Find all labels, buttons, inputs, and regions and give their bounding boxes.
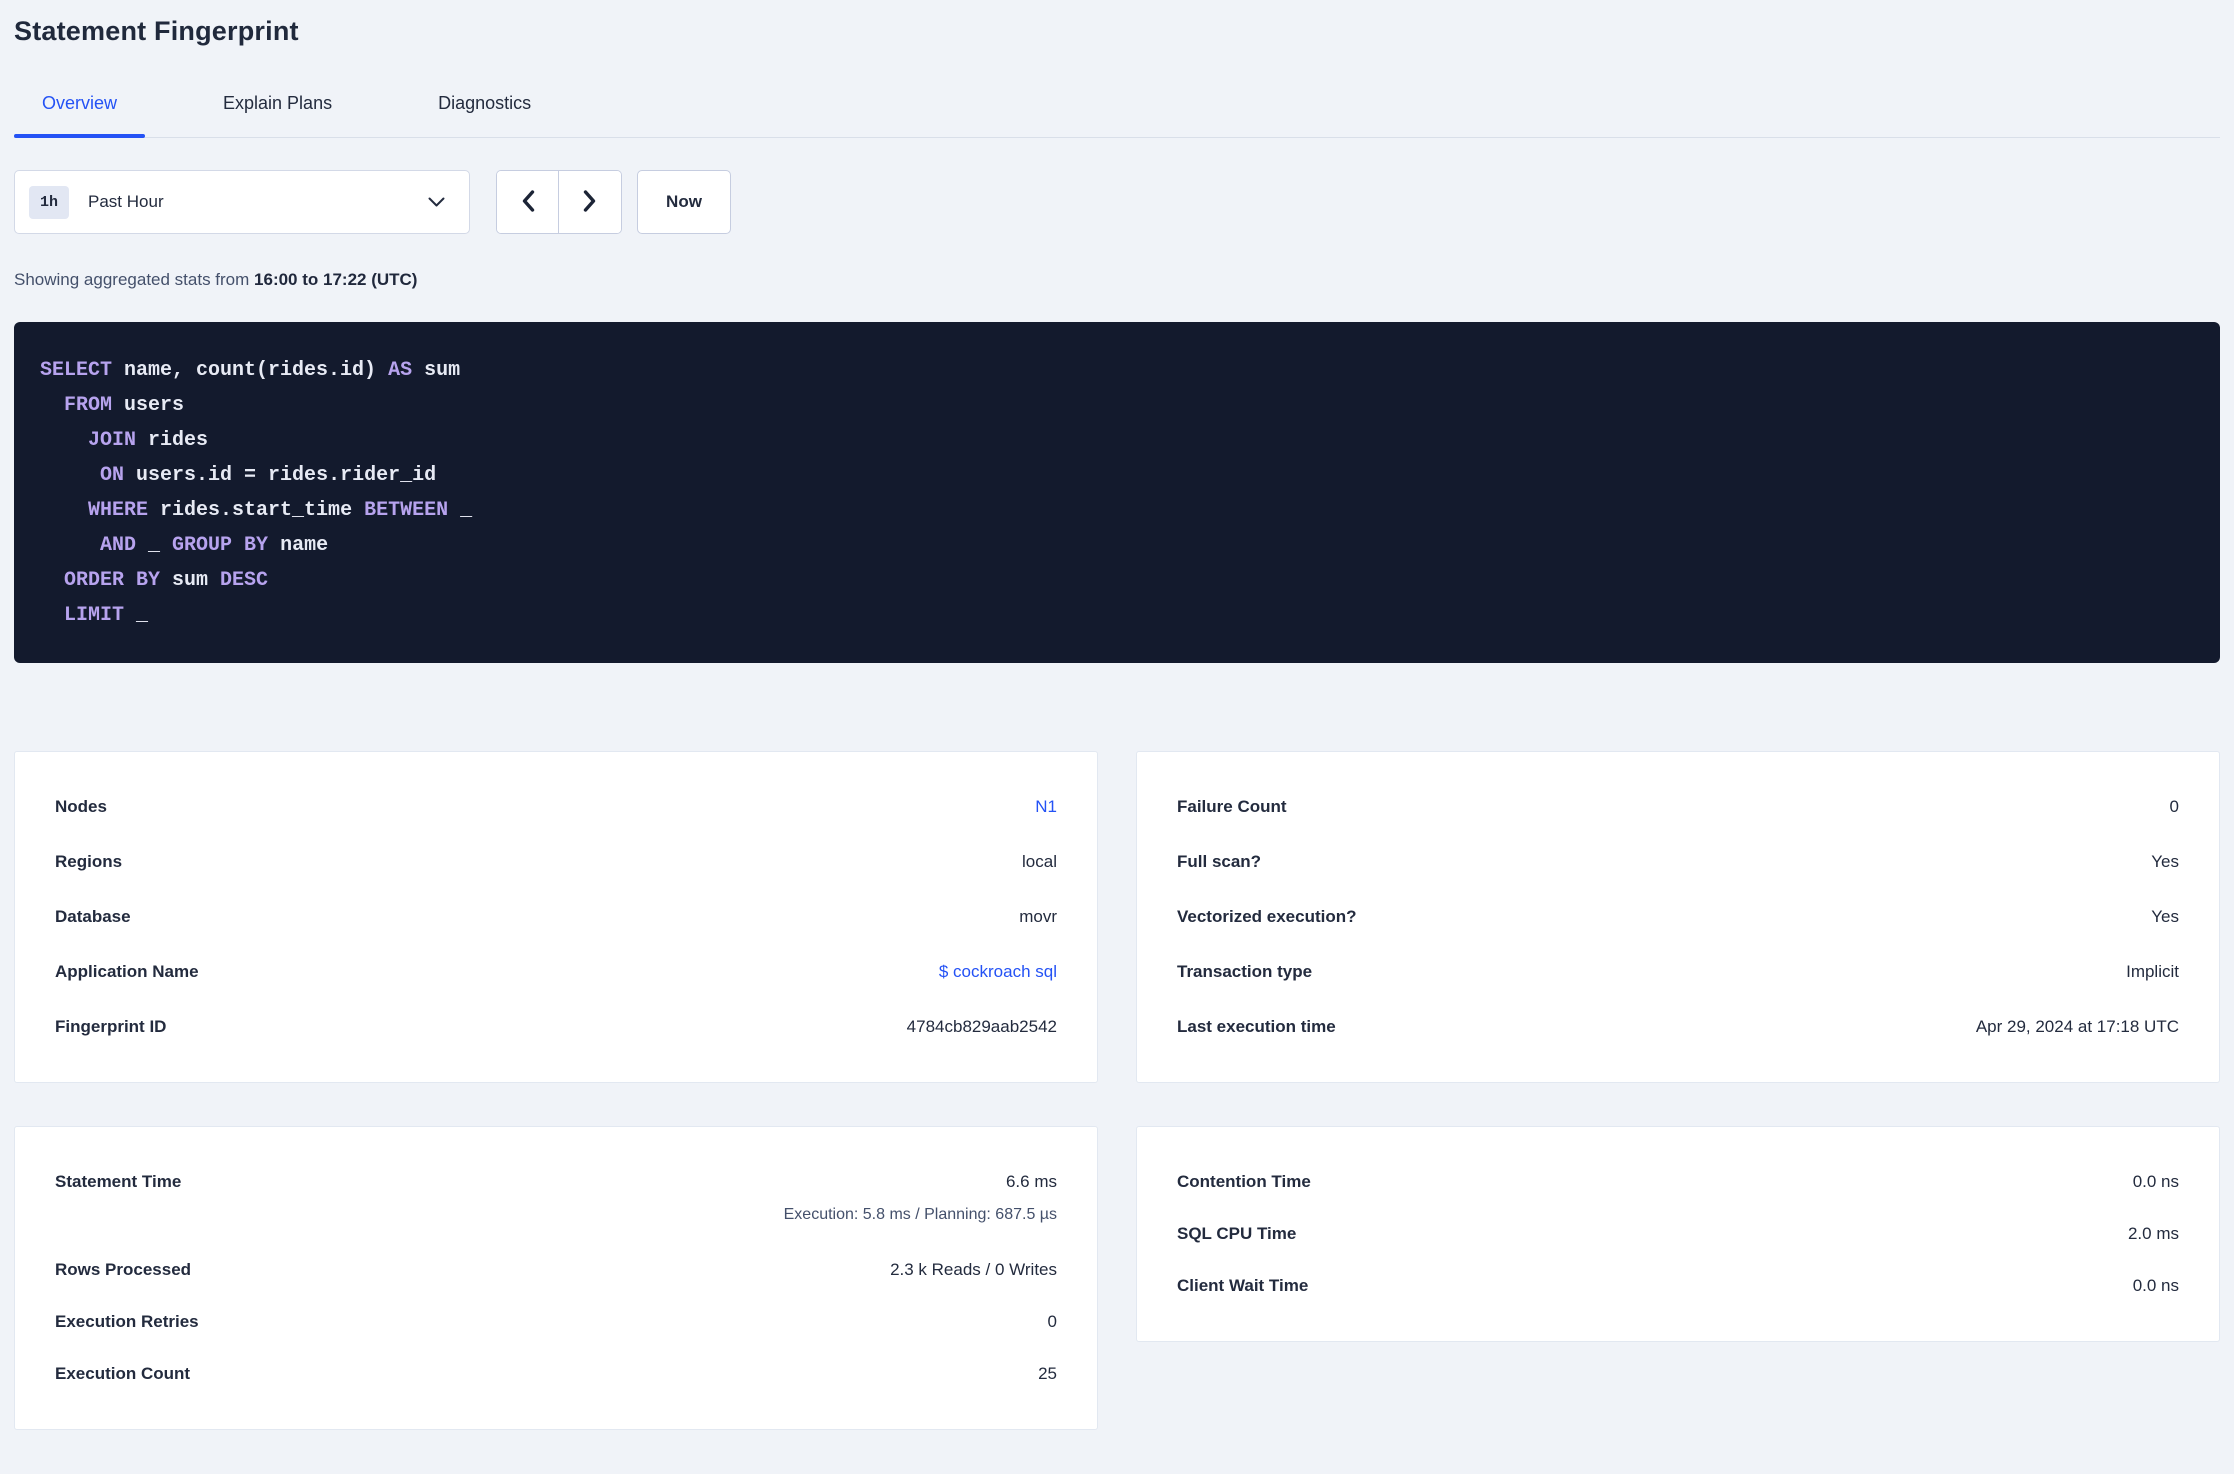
row-label: Fingerprint ID — [55, 1017, 167, 1036]
row-label: Transaction type — [1177, 962, 1313, 981]
row-value: 2.0 ms — [2127, 1224, 2179, 1243]
row-value-link[interactable]: $ cockroach sql — [939, 962, 1057, 982]
sql-statement-box: SELECT name, count(rides.id) AS sum FROM… — [14, 322, 2220, 663]
row-value: 6.6 ms — [1005, 1172, 1057, 1191]
summary-row: Vectorized execution? Yes — [1177, 902, 2179, 932]
row-label: Failure Count — [1177, 797, 1287, 816]
tab-diagnostics[interactable]: Diagnostics — [410, 93, 559, 137]
row-label: SQL CPU Time — [1177, 1224, 1297, 1243]
row-label: Rows Processed — [55, 1260, 192, 1279]
summary-row: Database movr — [55, 902, 1057, 932]
row-value: movr — [1019, 907, 1057, 926]
chevron-left-icon — [520, 189, 536, 216]
row-value: 0 — [1047, 1312, 1057, 1331]
summary-row: Contention Time 0.0 ns — [1177, 1167, 2179, 1197]
row-value: 0 — [2169, 797, 2179, 816]
time-range-label: Past Hour — [88, 192, 164, 211]
tab-bar: Overview Explain Plans Diagnostics — [14, 93, 2220, 138]
summary-row: Failure Count 0 — [1177, 792, 2179, 822]
stats-prefix: Showing aggregated stats from — [14, 270, 255, 289]
row-label: Last execution time — [1177, 1017, 1336, 1036]
row-value: 2.3 k Reads / 0 Writes — [890, 1260, 1057, 1279]
row-value: Yes — [2151, 907, 2179, 926]
summary-row: SQL CPU Time 2.0 ms — [1177, 1219, 2179, 1249]
row-value: 25 — [1038, 1364, 1057, 1383]
summary-row: Rows Processed 2.3 k Reads / 0 Writes — [55, 1255, 1057, 1285]
summary-row: Application Name $ cockroach sql — [55, 957, 1057, 987]
row-value: local — [1022, 852, 1057, 871]
row-value-link[interactable]: N1 — [1035, 797, 1057, 817]
now-button[interactable]: Now — [637, 170, 731, 234]
aggregated-stats-line: Showing aggregated stats from 16:00 to 1… — [14, 270, 2220, 290]
sql-line: WHERE rides.start_time BETWEEN _ — [88, 499, 473, 522]
row-label: Vectorized execution? — [1177, 907, 1357, 926]
chevron-right-icon — [582, 189, 598, 216]
sql-line: ON users.id = rides.rider_id — [100, 464, 437, 487]
row-value: 0.0 ns — [2132, 1172, 2179, 1191]
row-value: Implicit — [2126, 962, 2179, 981]
row-value: 4784cb829aab2542 — [906, 1017, 1057, 1036]
row-label: Application Name — [55, 962, 199, 981]
row-value: Apr 29, 2024 at 17:18 UTC — [1975, 1017, 2179, 1036]
row-label: Database — [55, 907, 131, 926]
summary-card: Nodes N1 Regions local Database movr Applicati… — [14, 751, 1098, 1083]
summary-card: Failure Count 0 Full scan? Yes Vectorized ex… — [1136, 751, 2220, 1083]
row-label: Execution Count — [55, 1364, 191, 1383]
range-step-button-group — [496, 170, 622, 234]
summary-row: Client Wait Time 0.0 ns — [1177, 1271, 2179, 1301]
summary-row: Execution Retries 0 — [55, 1307, 1057, 1337]
tab-explain-plans[interactable]: Explain Plans — [195, 93, 360, 137]
time-range-badge: 1h — [29, 185, 70, 219]
sql-line: SELECT name, count(rides.id) AS sum — [40, 359, 461, 382]
chevron-down-icon — [428, 197, 445, 208]
summary-cards: Nodes N1 Regions local Database movr Applicati… — [14, 751, 2220, 1430]
row-value: 0.0 ns — [2132, 1276, 2179, 1295]
time-range-dropdown[interactable]: 1h Past Hour — [14, 170, 470, 234]
summary-card: Statement Time 6.6 ms Execution: 5.8 ms / … — [14, 1126, 1098, 1430]
summary-row: Full scan? Yes — [1177, 847, 2179, 877]
row-label: Client Wait Time — [1177, 1276, 1309, 1295]
statement-fingerprint-page: Statement Fingerprint Overview Explain Pl… — [0, 16, 2234, 1430]
row-label: Statement Time — [55, 1172, 182, 1191]
sql-line: LIMIT _ — [64, 604, 149, 627]
summary-row: Fingerprint ID 4784cb829aab2542 — [55, 1012, 1057, 1042]
summary-row: Last execution time Apr 29, 2024 at 17:18… — [1177, 1012, 2179, 1042]
summary-card: Contention Time 0.0 ns SQL CPU Time 2.0 ms C… — [1136, 1126, 2220, 1342]
previous-range-button[interactable] — [497, 171, 559, 233]
summary-row: Nodes N1 — [55, 792, 1057, 822]
row-label: Full scan? — [1177, 852, 1262, 871]
page-title: Statement Fingerprint — [14, 16, 299, 46]
row-value: Yes — [2151, 852, 2179, 871]
summary-row: Statement Time 6.6 ms Execution: 5.8 ms / … — [55, 1167, 1057, 1233]
tab-overview[interactable]: Overview — [14, 93, 146, 138]
time-controls: 1h Past Hour Now — [14, 170, 2220, 234]
sql-line: JOIN rides — [88, 429, 209, 452]
row-label: Contention Time — [1177, 1172, 1311, 1191]
summary-row: Transaction type Implicit — [1177, 957, 2179, 987]
summary-row: Execution Count 25 — [55, 1359, 1057, 1389]
sql-line: AND _ GROUP BY name — [100, 534, 329, 557]
next-range-button[interactable] — [559, 171, 621, 233]
sql-line: ORDER BY sum DESC — [64, 569, 269, 592]
row-label: Nodes — [55, 797, 107, 816]
sql-line: FROM users — [64, 394, 185, 417]
row-label: Regions — [55, 852, 123, 871]
stats-range: 16:00 to 17:22 (UTC) — [254, 270, 418, 289]
row-subvalue: Execution: 5.8 ms / Planning: 687.5 µs — [783, 1206, 1057, 1223]
summary-row: Regions local — [55, 847, 1057, 877]
row-label: Execution Retries — [55, 1312, 199, 1331]
